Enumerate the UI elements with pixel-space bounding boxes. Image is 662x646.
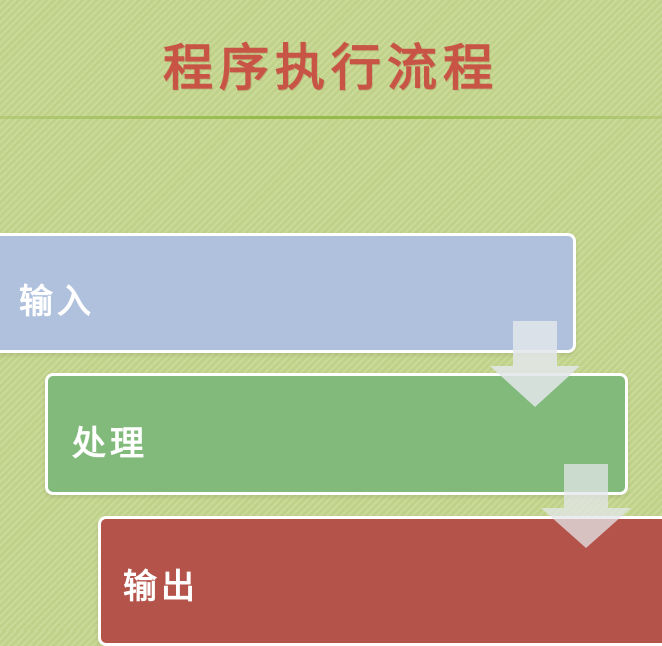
step-output-label: 输出 [123,567,199,607]
slide-title: 程序执行流程 [163,38,499,97]
down-arrow-icon [490,321,580,407]
down-arrow-icon [541,464,631,548]
down-arrow-shape [490,321,580,407]
down-arrow-shape [541,464,631,548]
title-divider [0,116,662,119]
step-input-label: 输入 [19,282,95,322]
step-process-label: 处理 [72,424,148,464]
